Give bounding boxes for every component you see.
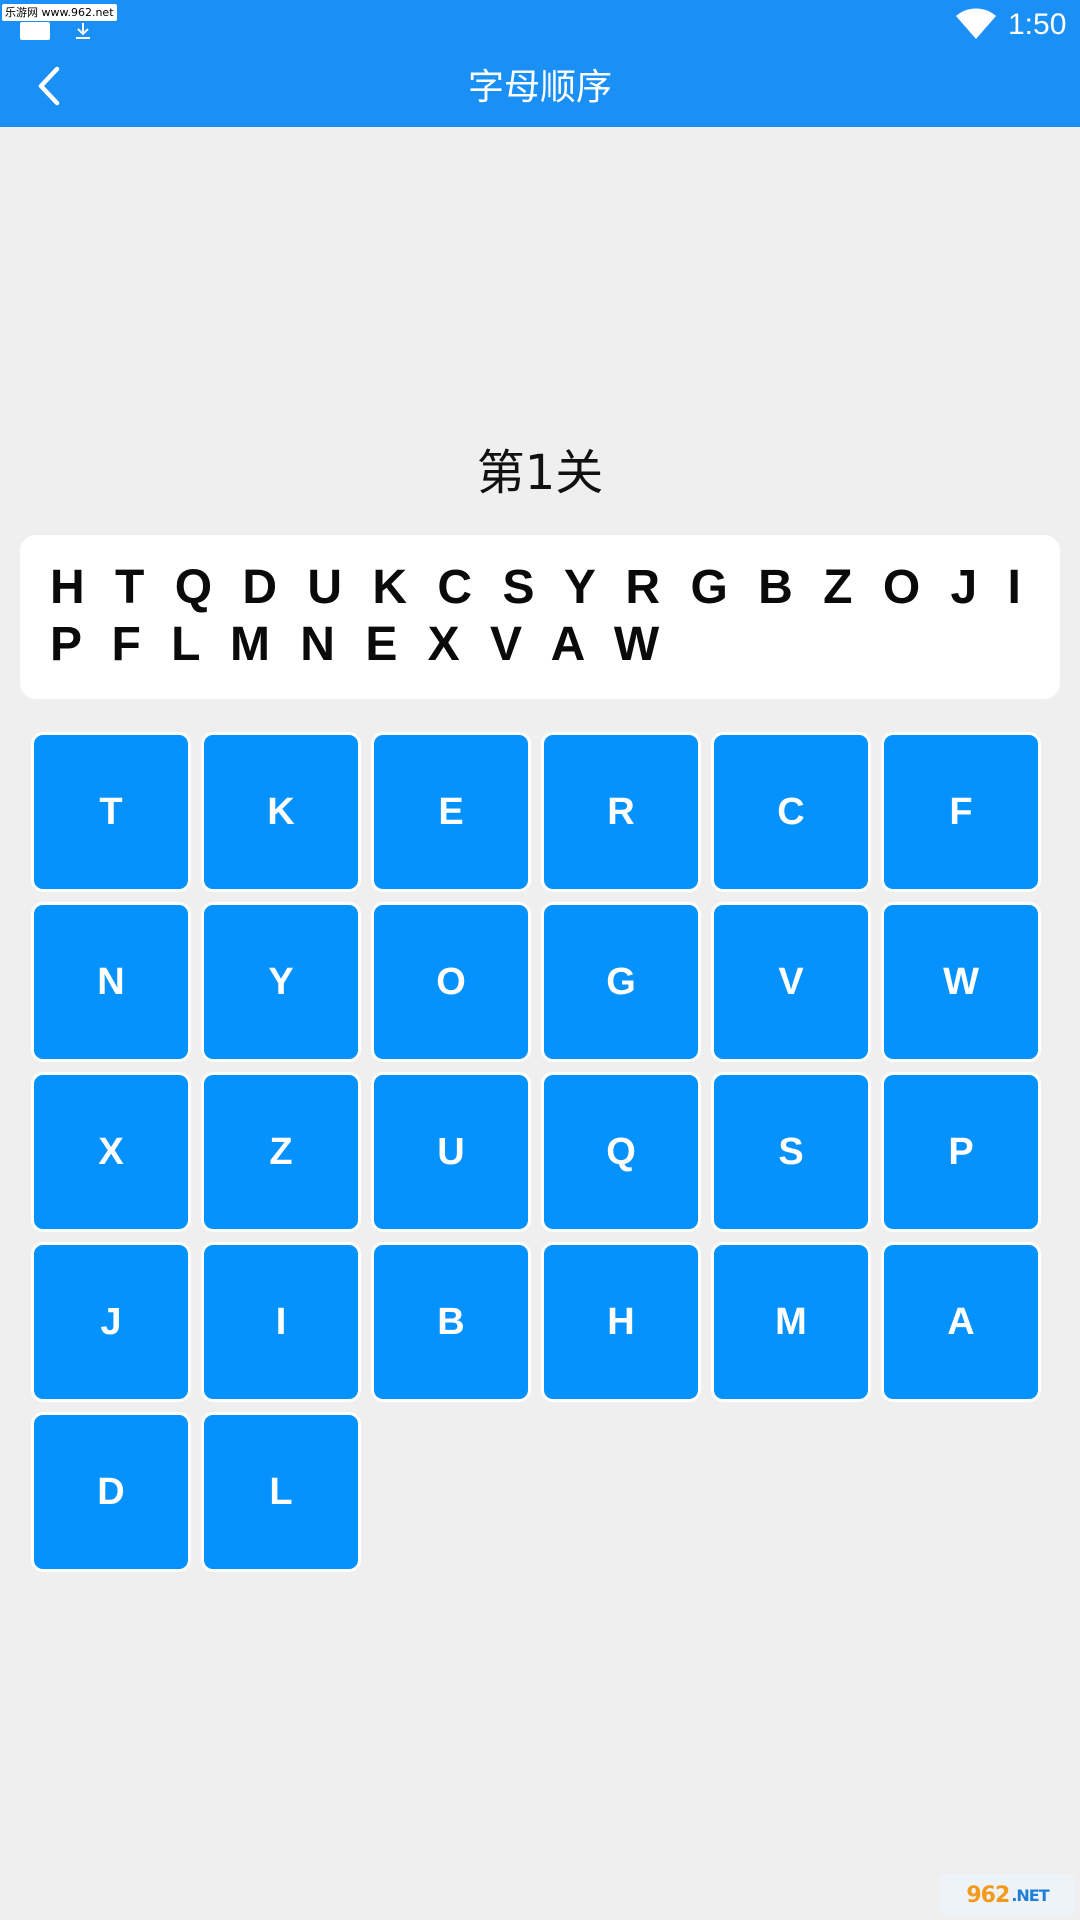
- status-bar: 乐游网 www.962.net 1:50: [0, 0, 1080, 50]
- sequence-letter: Z: [823, 561, 853, 614]
- watermark-label: 乐游网 www.962.net: [2, 4, 117, 21]
- letter-key[interactable]: O: [371, 902, 531, 1062]
- level-label: 第1关: [476, 445, 604, 501]
- sequence-letter: A: [550, 618, 584, 671]
- watermark-logo: 962 .NET: [940, 1874, 1075, 1916]
- letter-key[interactable]: E: [371, 732, 531, 892]
- sequence-letter: W: [613, 618, 660, 671]
- sequence-letter: J: [950, 561, 978, 614]
- sequence-letter: G: [690, 561, 728, 614]
- sequence-letter: V: [490, 618, 523, 671]
- sequence-letter: E: [365, 618, 398, 671]
- sequence-letter: R: [625, 561, 661, 614]
- letter-key[interactable]: R: [541, 732, 701, 892]
- watermark-suffix: .NET: [1011, 1885, 1049, 1905]
- letter-key[interactable]: Y: [201, 902, 361, 1062]
- letter-key[interactable]: H: [541, 1242, 701, 1402]
- sequence-letter: B: [758, 561, 793, 614]
- sequence-letter: I: [1007, 561, 1021, 614]
- letter-key[interactable]: Q: [541, 1072, 701, 1232]
- letter-key[interactable]: U: [371, 1072, 531, 1232]
- sequence-letter: T: [115, 561, 145, 614]
- letter-key[interactable]: F: [881, 732, 1041, 892]
- wifi-icon: [956, 8, 996, 39]
- sequence-letter: K: [372, 561, 408, 614]
- letter-key[interactable]: B: [371, 1242, 531, 1402]
- sequence-letter: Q: [174, 561, 213, 614]
- sequence-letter: M: [229, 618, 270, 671]
- sequence-letter: D: [242, 561, 278, 614]
- download-icon: [76, 23, 90, 39]
- sequence-letter: L: [171, 618, 200, 671]
- status-time: 1:50: [1008, 8, 1067, 41]
- letter-key[interactable]: C: [711, 732, 871, 892]
- shirt-icon: [20, 22, 50, 40]
- sequence-letter: P: [50, 618, 82, 671]
- sequence-letter: X: [427, 618, 460, 671]
- sequence-letter: S: [502, 561, 535, 614]
- letter-key[interactable]: D: [31, 1412, 191, 1572]
- letter-key[interactable]: V: [711, 902, 871, 1062]
- app-bar: 乐游网 www.962.net 1:50 字母顺序: [0, 0, 1080, 127]
- letter-key[interactable]: N: [31, 902, 191, 1062]
- sequence-letter: F: [111, 618, 141, 671]
- letter-key[interactable]: X: [31, 1072, 191, 1232]
- letter-key[interactable]: K: [201, 732, 361, 892]
- letter-key[interactable]: S: [711, 1072, 871, 1232]
- watermark-main: 962: [966, 1882, 1010, 1908]
- letter-key[interactable]: J: [31, 1242, 191, 1402]
- target-sequence: H T Q D U K C S Y R G B Z O J I P F L M …: [50, 559, 1040, 673]
- page-title: 字母顺序: [467, 67, 612, 108]
- sequence-card: H T Q D U K C S Y R G B Z O J I P F L M …: [20, 535, 1060, 699]
- letter-key[interactable]: T: [31, 732, 191, 892]
- sequence-letter: C: [437, 561, 473, 614]
- sequence-letter: N: [300, 618, 335, 671]
- letter-key[interactable]: I: [201, 1242, 361, 1402]
- letter-key[interactable]: G: [541, 902, 701, 1062]
- letter-key[interactable]: W: [881, 902, 1041, 1062]
- letter-key[interactable]: A: [881, 1242, 1041, 1402]
- letter-key[interactable]: L: [201, 1412, 361, 1572]
- sequence-letter: U: [307, 561, 343, 614]
- letter-key[interactable]: Z: [201, 1072, 361, 1232]
- letter-key[interactable]: M: [711, 1242, 871, 1402]
- sequence-letter: Y: [563, 561, 596, 614]
- letter-key[interactable]: P: [881, 1072, 1041, 1232]
- sequence-letter: O: [882, 561, 921, 614]
- sequence-letter: H: [50, 561, 85, 614]
